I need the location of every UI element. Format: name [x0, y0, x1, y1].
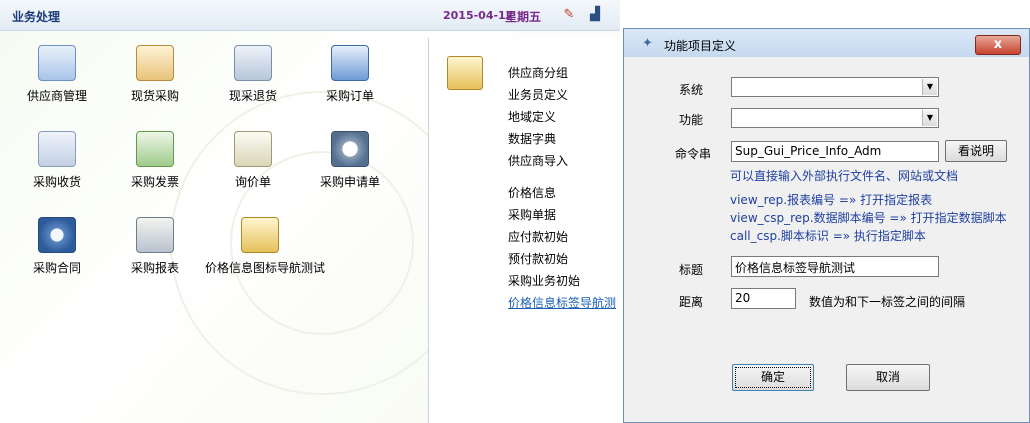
nav-item-active[interactable]: 价格信息标签导航测 — [508, 294, 616, 311]
tile-label: 采购申请单 — [319, 175, 380, 189]
dialog-body: 系统 ▼ 功能 ▼ 命令串 Sup_Gui_Price_Info_Adm 看说明… — [632, 57, 1021, 416]
distance-label: 距离 — [679, 295, 704, 309]
sparkle-icon: ✦ — [642, 36, 653, 51]
nav-item[interactable]: 业务员定义 — [508, 86, 568, 103]
chevron-down-icon[interactable]: ▼ — [922, 79, 937, 95]
caption-input[interactable]: 价格信息标签导航测试 — [731, 256, 939, 277]
wand-icon[interactable]: ✎ — [561, 7, 577, 23]
tile-label: 采购收货 — [32, 175, 81, 189]
purchase-receipt-icon — [38, 131, 76, 167]
nav-item[interactable]: 地域定义 — [508, 108, 556, 125]
dialog-title: 功能项目定义 — [664, 39, 737, 53]
tile-label: 采购订单 — [325, 89, 374, 103]
header-date: 2015-04-17 — [443, 9, 514, 22]
tile-purchase-receipt[interactable]: 采购收货 — [12, 131, 102, 190]
tile-purchase-return[interactable]: 现采退货 — [208, 45, 298, 104]
tile-inquiry[interactable]: 询价单 — [208, 131, 298, 190]
purchase-return-icon — [234, 45, 272, 81]
dialog-titlebar[interactable]: ✦ 功能项目定义 x — [624, 29, 1029, 57]
price-info-nav-icon — [241, 217, 279, 253]
business-processing-window: 业务处理 2015-04-17 星期五 ✎ ▟ 供应商管理 现货采购 现采退货 … — [0, 0, 620, 423]
nav-item[interactable]: 应付款初始 — [508, 228, 568, 245]
nav-panel: 供应商分组 业务员定义 地域定义 数据字典 供应商导入 价格信息 采购单据 应付… — [429, 38, 620, 423]
chart-icon[interactable]: ▟ — [587, 7, 603, 23]
nav-item[interactable]: 供应商分组 — [508, 64, 568, 81]
command-label: 命令串 — [675, 147, 712, 161]
hint-line: view_rep.报表编号 =» 打开指定报表 — [730, 193, 933, 207]
purchase-order-icon — [331, 45, 369, 81]
tile-label: 采购报表 — [130, 261, 179, 275]
view-help-button[interactable]: 看说明 — [945, 140, 1007, 162]
tile-label: 采购合同 — [32, 261, 81, 275]
cancel-button[interactable]: 取消 — [846, 364, 930, 391]
tile-price-info-nav[interactable]: 价格信息图标导航测试 — [205, 217, 326, 276]
function-combo[interactable]: ▼ — [731, 108, 939, 128]
tile-purchase-request[interactable]: 采购申请单 — [305, 131, 395, 190]
hint-line: view_csp_rep.数据脚本编号 =» 打开指定数据脚本 — [730, 211, 1007, 225]
hint-line: call_csp.脚本标识 =» 执行指定脚本 — [730, 229, 926, 243]
header-weekday: 星期五 — [505, 10, 542, 24]
tile-label: 供应商管理 — [26, 89, 87, 103]
hint-line: 可以直接输入外部执行文件名、网站或文档 — [730, 169, 959, 183]
chevron-down-icon[interactable]: ▼ — [922, 110, 937, 126]
system-label: 系统 — [679, 83, 704, 97]
inquiry-icon — [234, 131, 272, 167]
purchase-contract-icon — [38, 217, 76, 253]
spot-purchase-icon — [136, 45, 174, 81]
tile-label: 现采退货 — [228, 89, 277, 103]
nav-item[interactable]: 预付款初始 — [508, 250, 568, 267]
purchase-request-icon — [331, 131, 369, 167]
app-header: 业务处理 2015-04-17 星期五 ✎ ▟ — [0, 0, 620, 31]
system-combo[interactable]: ▼ — [731, 77, 939, 97]
nav-item[interactable]: 采购业务初始 — [508, 272, 580, 289]
function-label: 功能 — [679, 113, 704, 127]
folder-edit-icon — [447, 56, 483, 90]
nav-item[interactable]: 供应商导入 — [508, 152, 568, 169]
tile-label: 询价单 — [234, 175, 271, 189]
command-input[interactable]: Sup_Gui_Price_Info_Adm — [731, 141, 939, 162]
tile-purchase-contract[interactable]: 采购合同 — [12, 217, 102, 276]
tile-spot-purchase[interactable]: 现货采购 — [110, 45, 200, 104]
nav-item[interactable]: 价格信息 — [508, 184, 556, 201]
ok-button[interactable]: 确定 — [732, 364, 814, 391]
distance-input[interactable]: 20 — [731, 288, 796, 309]
close-button[interactable]: x — [975, 35, 1021, 55]
supplier-management-icon — [38, 45, 76, 81]
caption-label: 标题 — [679, 263, 704, 277]
purchase-invoice-icon — [136, 131, 174, 167]
nav-item[interactable]: 采购单据 — [508, 206, 556, 223]
app-title: 业务处理 — [12, 10, 61, 24]
tile-label: 采购发票 — [130, 175, 179, 189]
tile-label: 现货采购 — [130, 89, 179, 103]
tile-purchase-order[interactable]: 采购订单 — [305, 45, 395, 104]
tile-supplier-management[interactable]: 供应商管理 — [12, 45, 102, 104]
tile-purchase-invoice[interactable]: 采购发票 — [110, 131, 200, 190]
purchase-report-icon — [136, 217, 174, 253]
tile-purchase-report[interactable]: 采购报表 — [110, 217, 200, 276]
distance-hint: 数值为和下一标签之间的间隔 — [809, 295, 966, 309]
function-item-definition-dialog: ✦ 功能项目定义 x 系统 ▼ 功能 ▼ 命令串 Sup_Gui_Price_I… — [623, 28, 1030, 423]
tile-label: 价格信息图标导航测试 — [205, 261, 326, 275]
nav-item[interactable]: 数据字典 — [508, 130, 556, 147]
